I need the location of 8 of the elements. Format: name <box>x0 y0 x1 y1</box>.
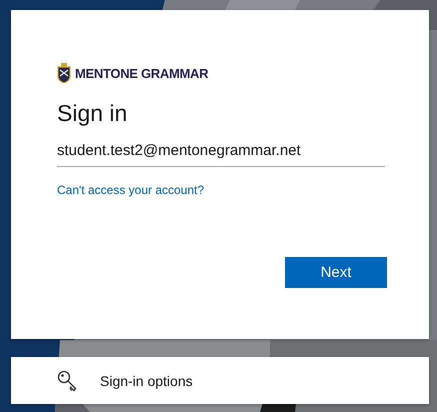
key-icon <box>57 370 78 392</box>
help-link[interactable]: Can't access your account? <box>57 183 204 197</box>
sign-in-options-button[interactable]: Sign-in options <box>11 357 429 404</box>
next-button[interactable]: Next <box>285 257 387 288</box>
email-field[interactable]: student.test2@mentonegrammar.net <box>57 136 385 167</box>
brand-name: MENTONE GRAMMAR <box>75 66 208 80</box>
crest-icon <box>57 63 71 83</box>
page-title: Sign in <box>57 99 128 128</box>
